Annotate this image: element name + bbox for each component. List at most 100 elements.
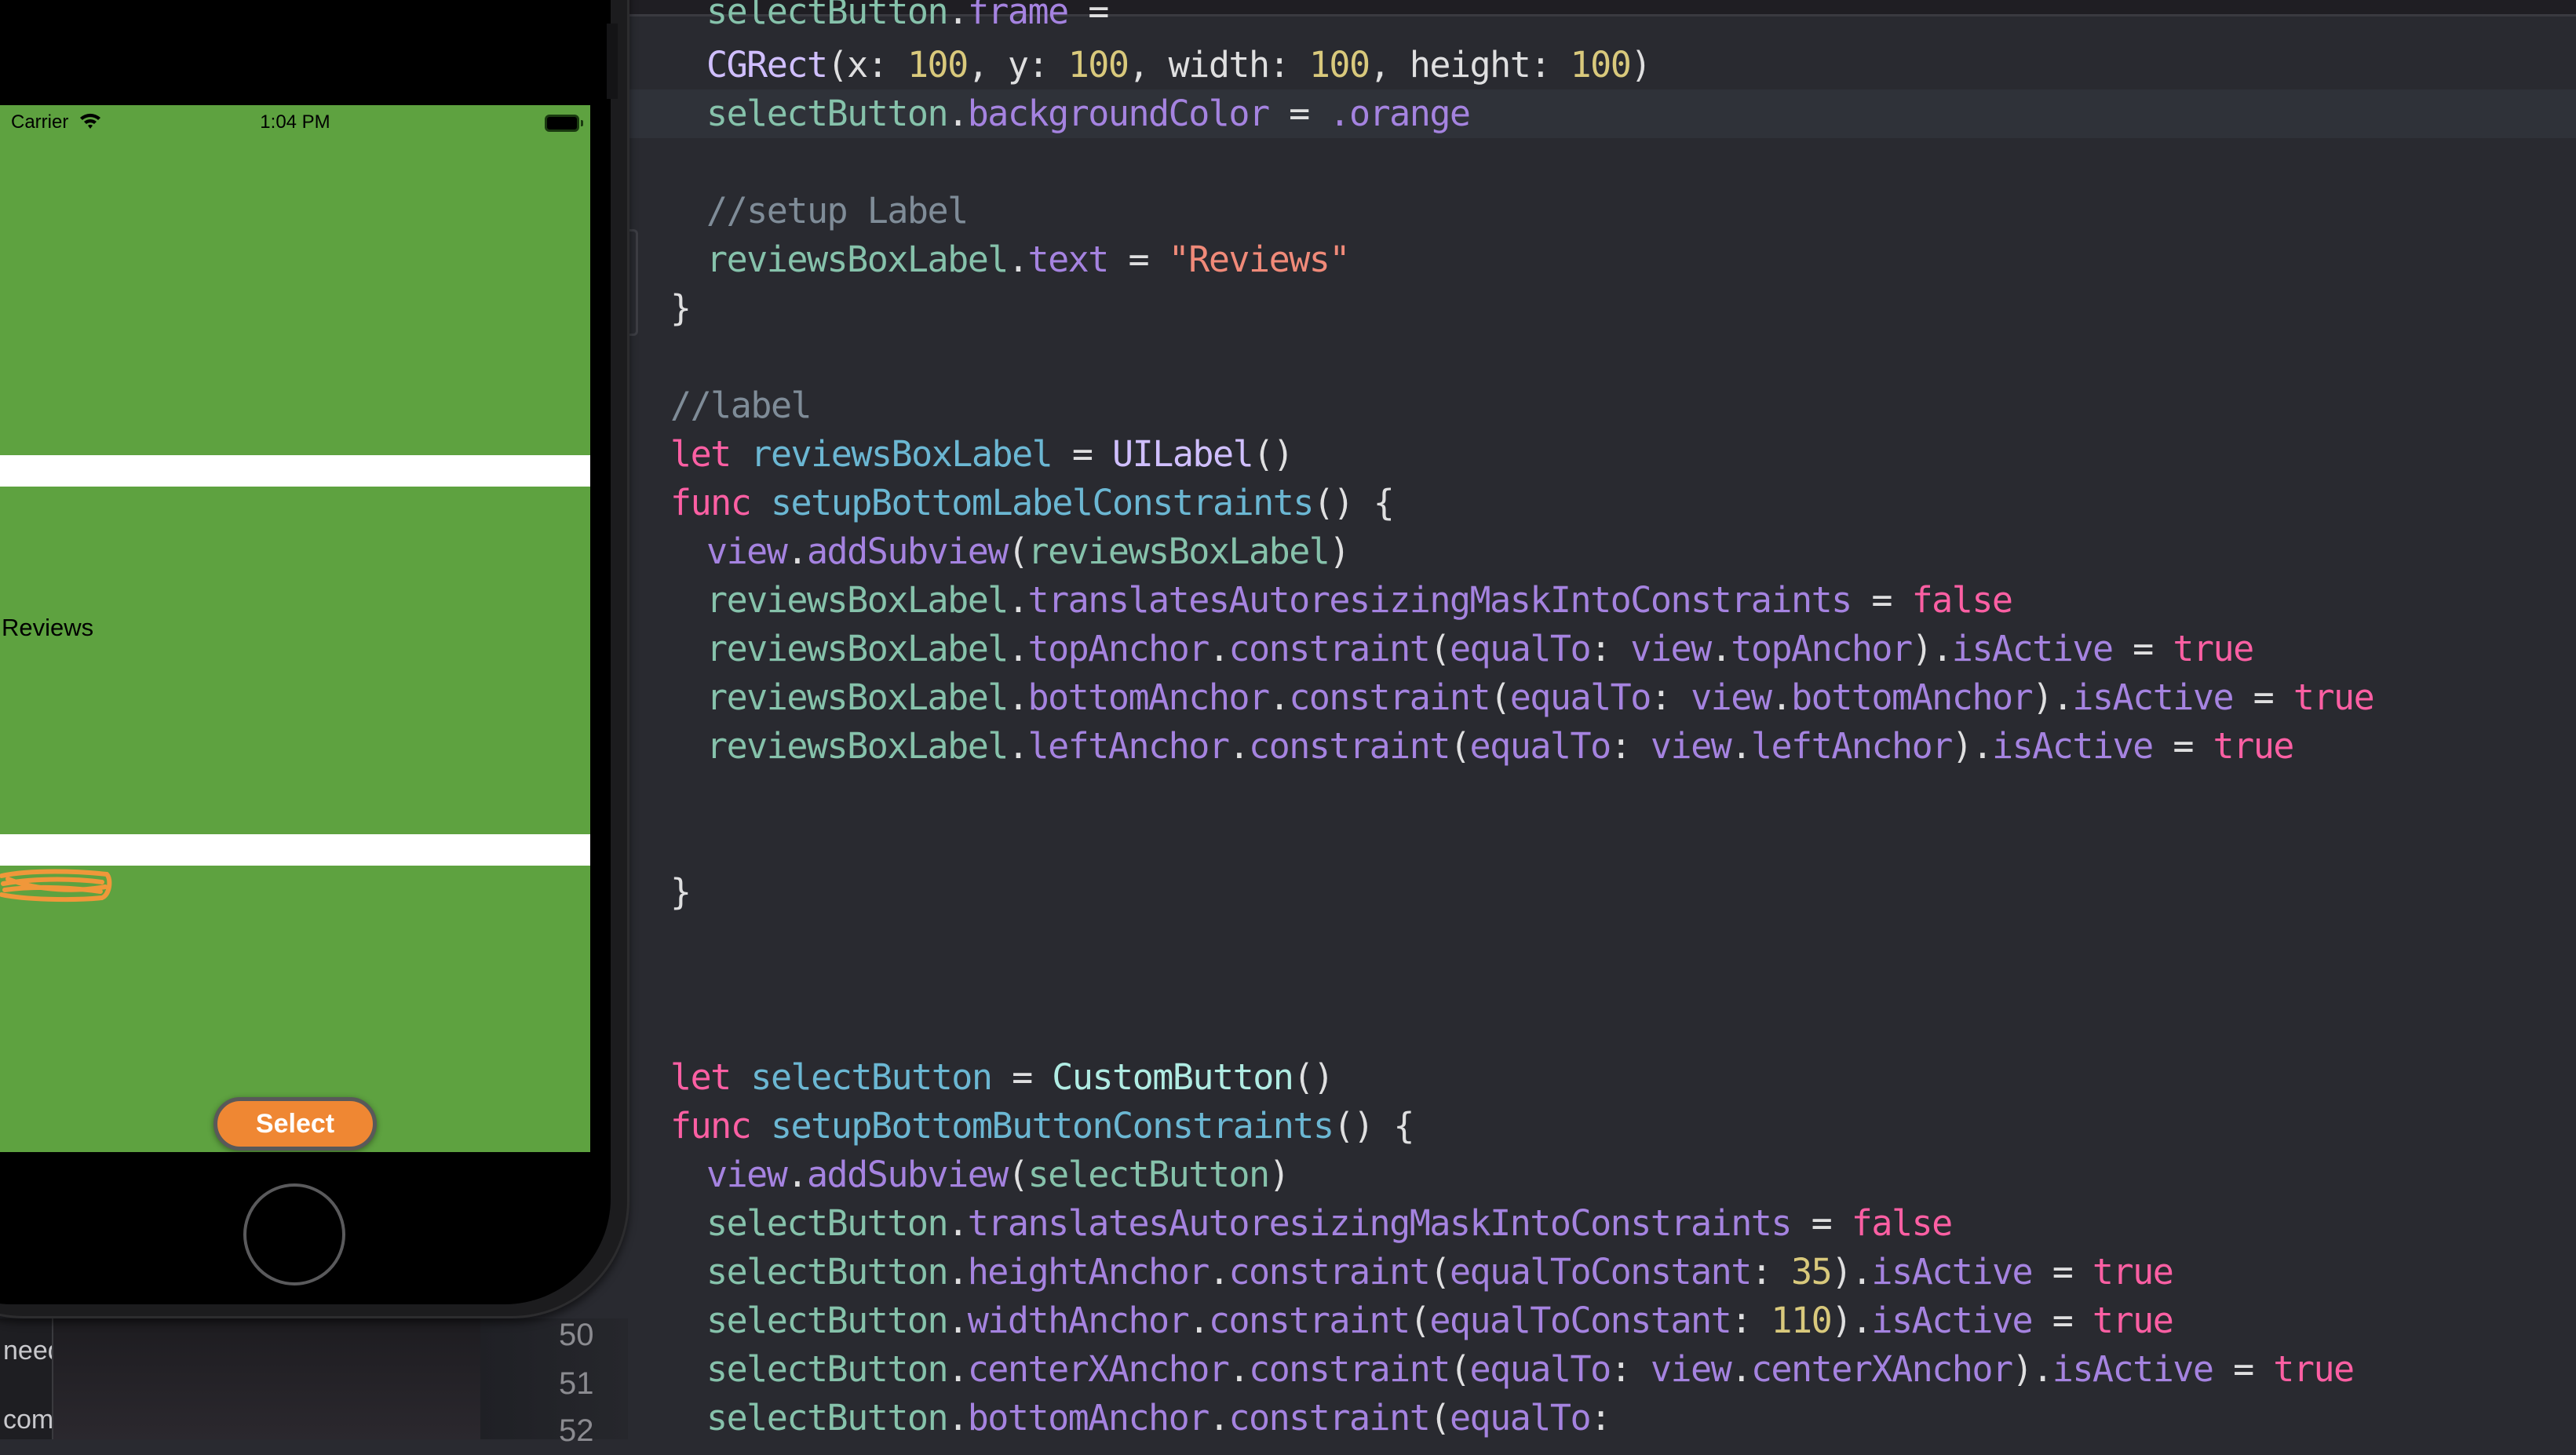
- code-token: (: [1409, 1300, 1431, 1341]
- code-line[interactable]: reviewsBoxLabel.topAnchor.constraint(equ…: [706, 625, 2254, 673]
- code-token: .: [1007, 579, 1029, 621]
- code-token: ).: [2012, 1348, 2054, 1390]
- select-button[interactable]: Select: [213, 1097, 377, 1151]
- code-token: 100: [1067, 44, 1129, 86]
- code-token: true: [2293, 676, 2375, 718]
- code-line[interactable]: selectButton.frame =: [706, 0, 1128, 36]
- code-token: (: [826, 44, 848, 86]
- code-line[interactable]: reviewsBoxLabel.translatesAutoresizingMa…: [706, 576, 2013, 625]
- line-number: 52: [559, 1413, 594, 1448]
- code-token: leftAnchor: [1027, 725, 1229, 767]
- code-line[interactable]: selectButton.widthAnchor.constraint(equa…: [706, 1296, 2174, 1345]
- home-button[interactable]: [243, 1183, 345, 1285]
- code-line[interactable]: reviewsBoxLabel.leftAnchor.constraint(eq…: [706, 722, 2295, 771]
- code-token: equalTo: [1449, 1397, 1592, 1439]
- code-line[interactable]: view.addSubview(reviewsBoxLabel): [706, 527, 1350, 576]
- code-token: equalToConstant: [1449, 1251, 1752, 1293]
- code-token: view: [1650, 725, 1732, 767]
- code-token: heightAnchor: [967, 1251, 1210, 1293]
- code-token: .: [1731, 1348, 1752, 1390]
- code-token: =: [1067, 0, 1129, 32]
- code-token: reviewsBoxLabel: [706, 628, 1009, 669]
- code-token: :: [1268, 44, 1309, 86]
- code-line[interactable]: }: [670, 284, 691, 333]
- code-line[interactable]: func setupBottomButtonConstraints() {: [670, 1102, 1414, 1151]
- code-token: true: [2092, 1251, 2174, 1293]
- code-token: true: [2273, 1348, 2355, 1390]
- code-line[interactable]: func setupBottomLabelConstraints() {: [670, 479, 1395, 527]
- status-time: 1:04 PM: [260, 111, 330, 133]
- code-token: ).: [1831, 1251, 1873, 1293]
- code-token: bottomAnchor: [1791, 676, 2034, 718]
- code-token: equalToConstant: [1429, 1300, 1731, 1341]
- code-token: =: [1052, 433, 1113, 475]
- code-token: true: [2213, 725, 2295, 767]
- code-token: :: [1610, 1348, 1651, 1390]
- code-line[interactable]: let selectButton = CustomButton(): [670, 1053, 1334, 1102]
- code-token: :: [1610, 725, 1651, 767]
- battery-icon: [545, 115, 583, 132]
- code-token: constraint: [1249, 725, 1450, 767]
- code-fold-ribbon[interactable]: [629, 229, 638, 336]
- code-token: isActive: [1991, 725, 2154, 767]
- code-token: constraint: [1208, 1300, 1410, 1341]
- code-token: selectButton: [750, 1056, 993, 1098]
- code-line[interactable]: let reviewsBoxLabel = UILabel(): [670, 430, 1294, 479]
- code-line[interactable]: }: [670, 868, 691, 917]
- code-token: (: [1490, 676, 1511, 718]
- code-token: (): [1293, 1056, 1334, 1098]
- code-line[interactable]: CGRect(x: 100, y: 100, width: 100, heigh…: [706, 41, 1651, 89]
- code-token: .orange: [1329, 93, 1471, 134]
- code-line[interactable]: reviewsBoxLabel.bottomAnchor.constraint(…: [706, 673, 2375, 722]
- code-token: addSubview: [806, 531, 1009, 572]
- code-token: reviewsBoxLabel: [706, 725, 1009, 767]
- code-line[interactable]: //label: [670, 381, 812, 430]
- code-token: reviewsBoxLabel: [1027, 531, 1330, 572]
- code-token: widthAnchor: [967, 1300, 1190, 1341]
- code-token: (): [1253, 433, 1294, 475]
- code-token: =: [1107, 239, 1169, 280]
- code-token: reviewsBoxLabel: [750, 433, 1053, 475]
- code-token: .: [947, 1202, 969, 1244]
- code-line[interactable]: view.addSubview(selectButton): [706, 1151, 1290, 1199]
- code-line[interactable]: selectButton.translatesAutoresizingMaskI…: [706, 1199, 1953, 1248]
- code-token: 100: [1570, 44, 1632, 86]
- code-line[interactable]: selectButton.centerXAnchor.constraint(eq…: [706, 1345, 2355, 1394]
- code-token: }: [670, 287, 691, 329]
- code-token: .: [1208, 628, 1230, 669]
- code-token: constraint: [1228, 1251, 1430, 1293]
- code-token: isActive: [2072, 676, 2234, 718]
- code-token: 100: [907, 44, 969, 86]
- code-token: constraint: [1228, 628, 1430, 669]
- simulator-screen[interactable]: Carrier 1:04 PM Reviews Select: [0, 105, 590, 1152]
- code-token: CustomButton: [1052, 1056, 1294, 1098]
- line-number-gutter: 50 51 52: [480, 1318, 628, 1448]
- code-token: (: [1007, 531, 1029, 572]
- code-token: selectButton: [706, 1251, 949, 1293]
- navigator-panel[interactable]: need com: [0, 1318, 484, 1439]
- code-token: isActive: [2052, 1348, 2214, 1390]
- code-token: .: [786, 531, 808, 572]
- code-token: ,: [1369, 44, 1410, 86]
- code-token: view: [706, 1154, 788, 1195]
- code-line[interactable]: selectButton.backgroundColor = .orange: [706, 89, 1471, 138]
- code-token: constraint: [1289, 676, 1491, 718]
- code-line[interactable]: selectButton.bottomAnchor.constraint(equ…: [706, 1394, 1611, 1442]
- code-line[interactable]: selectButton.heightAnchor.constraint(equ…: [706, 1248, 2174, 1296]
- code-token: text: [1027, 239, 1109, 280]
- code-line[interactable]: reviewsBoxLabel.text = "Reviews": [706, 235, 1350, 284]
- code-token: .: [1188, 1300, 1210, 1341]
- code-token: ): [1630, 44, 1651, 86]
- code-token: true: [2092, 1300, 2174, 1341]
- code-editor[interactable]: selectButton.frame = CGRect(x: 100, y: 1…: [628, 0, 2576, 1439]
- side-button[interactable]: [607, 24, 618, 99]
- code-token: false: [1851, 1202, 1953, 1244]
- code-line[interactable]: //setup Label: [706, 187, 969, 235]
- code-token: let: [670, 1056, 732, 1098]
- line-number: 50: [559, 1318, 594, 1352]
- code-token: =: [2233, 676, 2293, 718]
- code-token: bottomAnchor: [967, 1397, 1210, 1439]
